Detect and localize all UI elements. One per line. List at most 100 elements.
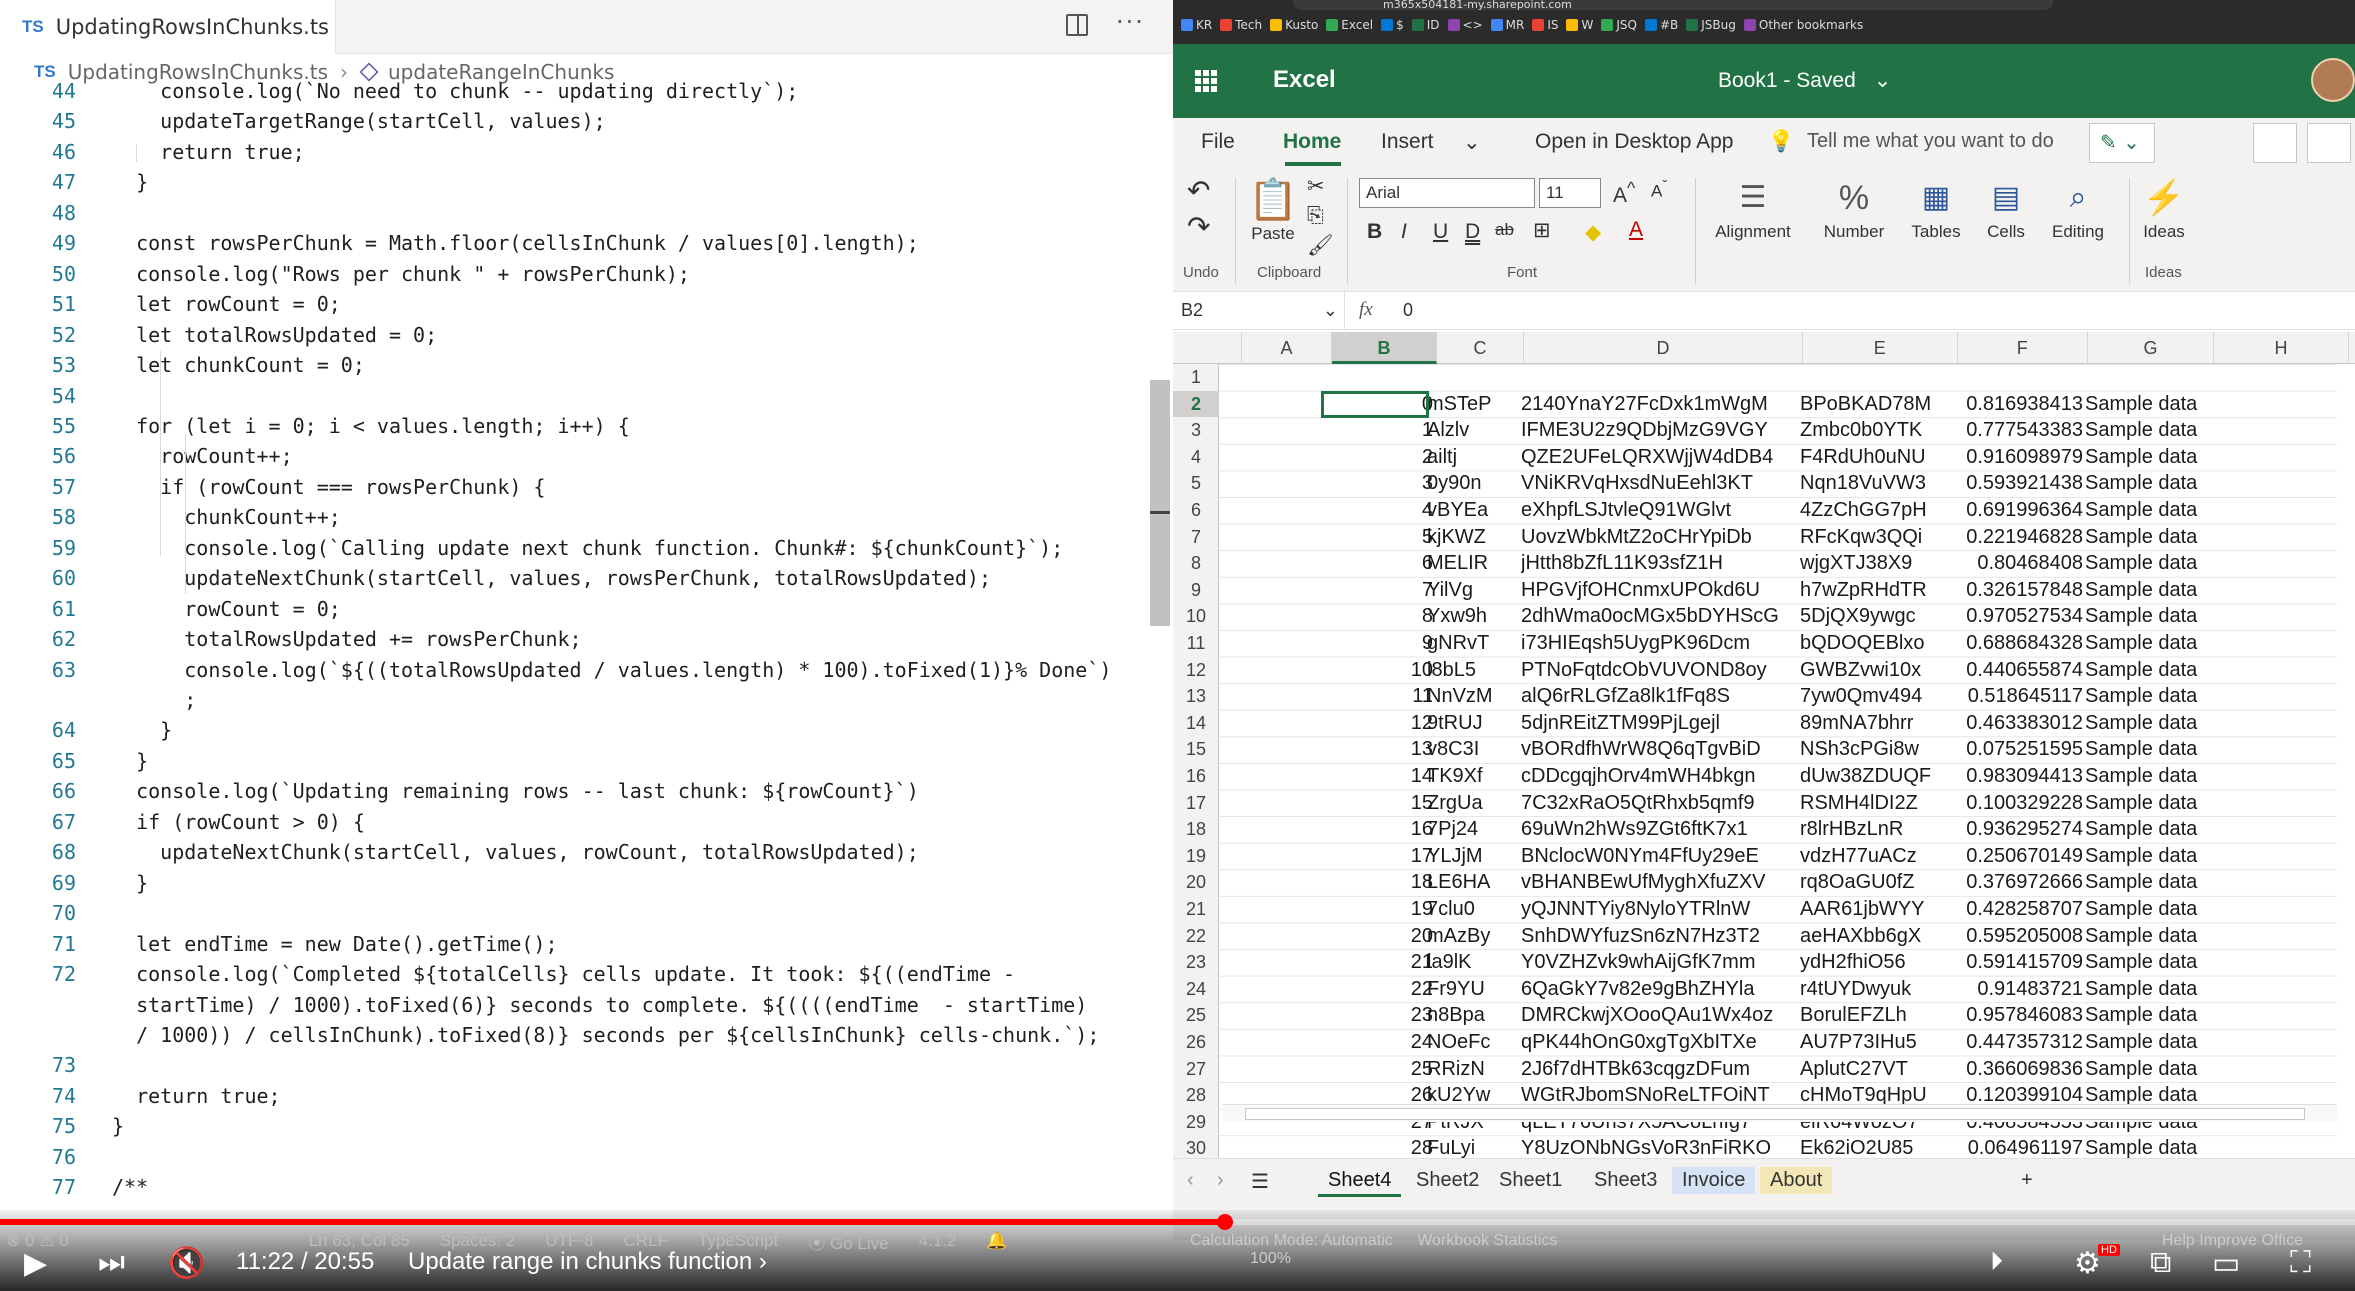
code-line[interactable]: console.log(`Completed ${totalCells} cel… <box>112 962 1015 986</box>
cell-d[interactable]: 6QaGkY7v82e9gBhZHYla <box>1521 976 1793 1003</box>
cell-e[interactable]: RSMH4lDI2Z <box>1800 790 1950 817</box>
cell-c[interactable]: 0y90n <box>1427 470 1511 497</box>
cell-b[interactable]: 18 <box>1331 869 1433 896</box>
cell-d[interactable]: 69uWn2hWs9ZGt6ftK7x1 <box>1521 816 1793 843</box>
row-header[interactable]: 12 <box>1173 657 1219 684</box>
cell-e[interactable]: Zmbc0b0YTK <box>1800 417 1950 444</box>
sheet-tab-sheet2[interactable]: Sheet2 <box>1406 1167 1489 1194</box>
code-line[interactable]: updateNextChunk(startCell, values, rowCo… <box>112 840 919 864</box>
code-line[interactable]: /** <box>112 1175 148 1199</box>
cell-f[interactable]: 0.777543383 <box>1953 417 2083 444</box>
paste-button[interactable]: 📋 Paste <box>1245 176 1301 244</box>
cell-e[interactable]: AplutC27VT <box>1800 1056 1950 1083</box>
cell-d[interactable]: vBORdfhWrW8Q6qTgvBiD <box>1521 736 1793 763</box>
code-line[interactable]: chunkCount++; <box>112 505 341 529</box>
editing-button[interactable]: ⌕ Editing <box>2039 174 2117 242</box>
cell-c[interactable]: Yxw9h <box>1427 603 1511 630</box>
cell-e[interactable] <box>1800 364 1950 391</box>
code-line[interactable]: } <box>112 1114 124 1138</box>
cell-e[interactable]: wjgXTJ38X9 <box>1800 550 1950 577</box>
cell-b[interactable]: 1 <box>1331 417 1433 444</box>
cell-b[interactable]: 24 <box>1331 1029 1433 1056</box>
theater-icon[interactable]: ▭ <box>2212 1246 2240 1281</box>
cell-e[interactable]: F4RdUh0uNU <box>1800 444 1950 471</box>
cell-f[interactable]: 0.366069836 <box>1953 1056 2083 1083</box>
underline-button[interactable]: U <box>1433 220 1448 244</box>
cell-f[interactable]: 0.691996364 <box>1953 497 2083 524</box>
cell-d[interactable]: BNclocW0NYm4FfUy29eE <box>1521 843 1793 870</box>
cell-e[interactable]: AU7P73IHu5 <box>1800 1029 1950 1056</box>
cell-e[interactable]: BorulEFZLh <box>1800 1002 1950 1029</box>
row-header[interactable]: 25 <box>1173 1002 1219 1029</box>
formula-input[interactable]: 0 <box>1403 300 1413 321</box>
cell-b[interactable]: 2 <box>1331 444 1433 471</box>
cell-g[interactable]: Sample data <box>2085 550 2211 577</box>
cell-d[interactable]: DMRCkwjXOooQAu1Wx4oz <box>1521 1002 1793 1029</box>
cell-f[interactable]: 0.440655874 <box>1953 657 2083 684</box>
cell-e[interactable]: rq8OaGU0fZ <box>1800 869 1950 896</box>
cell-g[interactable] <box>2085 364 2211 391</box>
more-actions-icon[interactable]: ··· <box>1116 8 1145 36</box>
column-header-g[interactable]: G <box>2088 332 2214 364</box>
bookmark-item[interactable]: $ <box>1381 18 1404 32</box>
column-header-c[interactable]: C <box>1437 332 1524 364</box>
cell-g[interactable]: Sample data <box>2085 524 2211 551</box>
mute-icon[interactable]: 🔇 <box>168 1246 205 1281</box>
cell-f[interactable]: 0.80468408 <box>1953 550 2083 577</box>
copy-icon[interactable]: ⎘ <box>1307 204 1324 228</box>
cell-c[interactable]: n8Bpa <box>1427 1002 1511 1029</box>
row-header[interactable]: 7 <box>1173 524 1219 551</box>
cell-f[interactable]: 0.447357312 <box>1953 1029 2083 1056</box>
cell-c[interactable]: la9lK <box>1427 949 1511 976</box>
cell-e[interactable]: r4tUYDwyuk <box>1800 976 1950 1003</box>
sheet-tab-about[interactable]: About <box>1760 1167 1833 1194</box>
cell-b[interactable]: 6 <box>1331 550 1433 577</box>
cell-b[interactable]: 23 <box>1331 1002 1433 1029</box>
cell-b[interactable]: 21 <box>1331 949 1433 976</box>
cell-g[interactable]: Sample data <box>2085 896 2211 923</box>
row-header[interactable]: 18 <box>1173 816 1219 843</box>
row-header[interactable]: 2 <box>1173 390 1219 418</box>
cell-d[interactable]: 5djnREitZTM99PjLgejl <box>1521 710 1793 737</box>
cell-b[interactable]: 9 <box>1331 630 1433 657</box>
cell-b[interactable]: 12 <box>1331 710 1433 737</box>
cells-button[interactable]: ▤ Cells <box>1975 174 2037 242</box>
row-header[interactable]: 17 <box>1173 790 1219 817</box>
cell-c[interactable]: vBYEa <box>1427 497 1511 524</box>
row-header[interactable]: 10 <box>1173 603 1219 630</box>
code-line[interactable]: rowCount++; <box>112 444 292 468</box>
cell-c[interactable]: TK9Xf <box>1427 763 1511 790</box>
sheet-tab-invoice[interactable]: Invoice <box>1672 1167 1756 1194</box>
code-line[interactable]: } <box>112 749 148 773</box>
cell-g[interactable]: Sample data <box>2085 976 2211 1003</box>
cell-e[interactable]: bQDOQEBlxo <box>1800 630 1950 657</box>
avatar[interactable] <box>2311 58 2355 102</box>
cell-f[interactable]: 0.428258707 <box>1953 896 2083 923</box>
cell-e[interactable]: GWBZvwi10x <box>1800 657 1950 684</box>
code-line[interactable]: rowCount = 0; <box>112 597 341 621</box>
row-header[interactable]: 15 <box>1173 736 1219 763</box>
italic-button[interactable]: I <box>1401 220 1407 244</box>
column-header-b[interactable]: B <box>1332 332 1437 364</box>
cell-g[interactable]: Sample data <box>2085 470 2211 497</box>
cell-f[interactable]: 0.595205008 <box>1953 923 2083 950</box>
play-icon[interactable]: ▶ <box>24 1246 47 1281</box>
cell-c[interactable]: RRizN <box>1427 1056 1511 1083</box>
format-painter-icon[interactable]: 🖌 <box>1307 234 1334 258</box>
cell-c[interactable]: YilVg <box>1427 577 1511 604</box>
cell-b[interactable]: 10 <box>1331 657 1433 684</box>
bookmark-item[interactable]: KR <box>1181 18 1212 32</box>
code-line[interactable]: let endTime = new Date().getTime(); <box>112 932 557 956</box>
code-line[interactable]: } <box>112 718 172 742</box>
cell-g[interactable]: Sample data <box>2085 497 2211 524</box>
font-color-icon[interactable]: A <box>1629 218 1643 242</box>
cell-g[interactable]: Sample data <box>2085 869 2211 896</box>
worksheet-grid[interactable]: ABCDEFGH 1 2 3 4 5 6 7 8 9 10 11 12 13 14 15 16 17 18 19 20… <box>1173 332 2355 1158</box>
code-line[interactable]: startTime) / 1000).toFixed(6)} seconds t… <box>112 993 1087 1017</box>
cell-d[interactable] <box>1521 364 1793 391</box>
fill-color-icon[interactable]: ◆ <box>1585 220 1601 245</box>
open-desktop-button[interactable]: Open in Desktop App <box>1535 130 1733 154</box>
row-header[interactable]: 8 <box>1173 550 1219 577</box>
cell-b[interactable]: 5 <box>1331 524 1433 551</box>
cell-e[interactable]: Ek62iO2U85 <box>1800 1135 1950 1158</box>
